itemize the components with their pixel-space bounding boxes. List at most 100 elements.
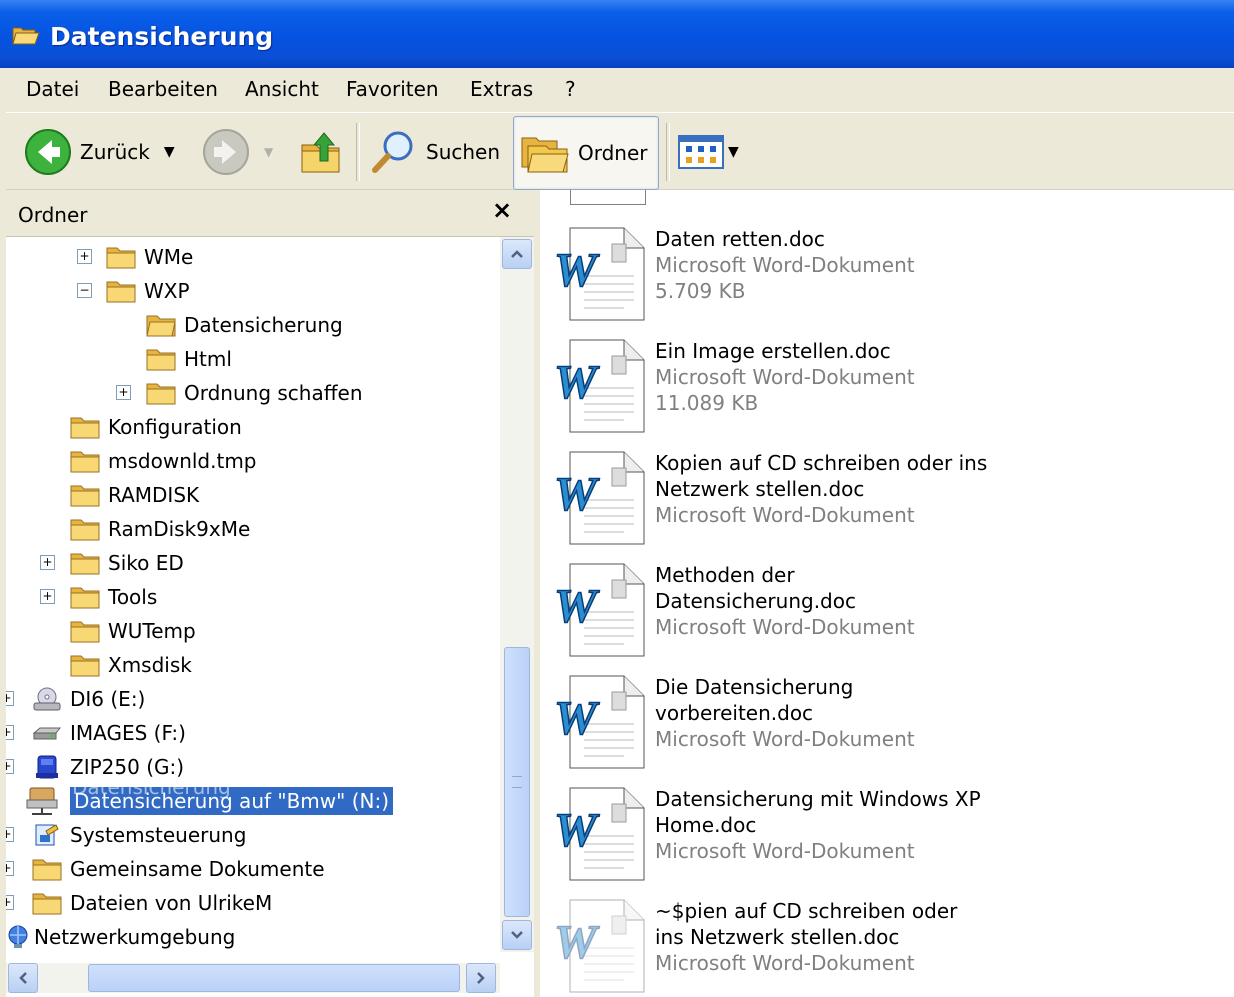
tree-item-label: WMe xyxy=(144,245,194,269)
tree-item-images[interactable]: + IMAGES (F:) xyxy=(6,718,186,748)
expand-icon[interactable]: + xyxy=(6,691,14,706)
folder-pane-title: Ordner xyxy=(18,203,88,227)
file-name-line2: Home.doc xyxy=(655,813,757,837)
file-item[interactable]: W Daten retten.doc Microsoft Word-Dokume… xyxy=(554,226,1214,326)
back-arrow-icon xyxy=(25,129,71,175)
horizontal-scroll-thumb[interactable] xyxy=(88,964,460,992)
forward-button[interactable]: ▼ xyxy=(202,117,273,187)
file-item-temp[interactable]: W ~$pien auf CD schreiben oder ins Netzw… xyxy=(554,898,1214,997)
toolbar-separator-2 xyxy=(666,123,670,181)
folders-button[interactable]: Ordner xyxy=(513,116,659,190)
scroll-down-button[interactable] xyxy=(502,920,532,950)
expand-icon[interactable]: + xyxy=(40,589,55,604)
tree-item-label: Tools xyxy=(108,585,158,609)
tree-item-ramdisk9xme[interactable]: RamDisk9xMe xyxy=(70,514,250,544)
svg-text:W: W xyxy=(554,468,600,521)
collapse-icon[interactable]: − xyxy=(77,283,92,298)
file-type: Microsoft Word-Dokument xyxy=(655,727,915,751)
menu-ansicht[interactable]: Ansicht xyxy=(239,77,325,101)
tree-item-network-drive-n[interactable]: Datensicherung auf "Bmw" (N:) Datensiche… xyxy=(24,775,394,816)
folder-icon xyxy=(70,451,100,473)
scroll-left-button[interactable] xyxy=(8,963,38,993)
word-document-icon: W xyxy=(554,227,645,321)
svg-text:W: W xyxy=(554,356,600,409)
scroll-thumb[interactable] xyxy=(504,647,530,917)
expand-icon[interactable]: + xyxy=(6,861,14,876)
tree-item-label: Dateien von UlrikeM xyxy=(70,891,273,915)
expand-icon[interactable]: + xyxy=(77,249,92,264)
tree-item-wxp[interactable]: − WXP xyxy=(77,276,190,306)
file-item[interactable]: W Datensicherung mit Windows XP Home.doc… xyxy=(554,786,1214,886)
tree-item-wutemp[interactable]: WUTemp xyxy=(70,616,196,646)
tree-item-wme[interactable]: + WMe xyxy=(77,242,194,272)
folder-icon xyxy=(70,655,100,677)
expand-icon[interactable]: + xyxy=(6,827,14,842)
folder-tree-vertical-scrollbar[interactable] xyxy=(500,237,534,952)
forward-dropdown-icon: ▼ xyxy=(264,145,274,159)
back-button[interactable]: Zurück ▼ xyxy=(24,117,175,187)
back-dropdown-icon[interactable]: ▼ xyxy=(164,144,175,160)
up-button[interactable] xyxy=(300,117,344,187)
chevron-down-icon xyxy=(511,931,523,939)
views-button[interactable]: ▼ xyxy=(678,117,739,187)
tree-item-di6[interactable]: + DI6 (E:) xyxy=(6,684,145,714)
expand-icon[interactable]: + xyxy=(116,385,131,400)
tree-item-label: Html xyxy=(184,347,232,371)
close-icon[interactable]: × xyxy=(492,196,512,224)
scroll-right-button[interactable] xyxy=(466,963,496,993)
expand-icon[interactable]: + xyxy=(6,725,14,740)
forward-arrow-icon xyxy=(203,129,249,175)
tree-item-label: Systemsteuerung xyxy=(70,823,247,847)
folder-icon xyxy=(106,247,136,269)
tree-item-tools[interactable]: + Tools xyxy=(40,582,157,612)
tree-item-netzwerkumgebung[interactable]: Netzwerkumgebung xyxy=(6,922,235,952)
file-name: ~$pien auf CD schreiben oder xyxy=(655,899,958,923)
menu-favoriten[interactable]: Favoriten xyxy=(340,77,445,101)
tree-item-gemeinsame-dokumente[interactable]: + Gemeinsame Dokumente xyxy=(6,854,325,884)
tree-item-dateien-von-ulrikem[interactable]: + Dateien von UlrikeM xyxy=(6,888,272,918)
search-button[interactable]: Suchen xyxy=(370,117,500,187)
tree-item-label: RAMDISK xyxy=(108,483,200,507)
menu-extras[interactable]: Extras xyxy=(464,77,539,101)
tree-item-ordnung-schaffen[interactable]: + Ordnung schaffen xyxy=(116,378,363,408)
file-item[interactable]: W Methoden der Datensicherung.doc Micros… xyxy=(554,562,1214,662)
folder-icon xyxy=(70,485,100,507)
folder-tree-horizontal-scrollbar[interactable] xyxy=(6,963,500,993)
tree-item-label: Siko ED xyxy=(108,551,184,575)
title-bar[interactable]: Datensicherung xyxy=(0,0,1234,68)
menu-bearbeiten[interactable]: Bearbeiten xyxy=(102,77,224,101)
views-dropdown-icon[interactable]: ▼ xyxy=(728,144,739,160)
tree-item-konfiguration[interactable]: Konfiguration xyxy=(70,412,242,442)
tree-item-systemsteuerung[interactable]: + Systemsteuerung xyxy=(6,820,246,850)
scroll-up-button[interactable] xyxy=(502,239,532,269)
drag-ghost-label: Datensicherung xyxy=(72,775,231,799)
file-item[interactable]: W Ein Image erstellen.doc Microsoft Word… xyxy=(554,338,1214,438)
tree-item-msdownld[interactable]: msdownld.tmp xyxy=(70,446,257,476)
folder-icon xyxy=(146,349,176,371)
word-document-icon: W xyxy=(554,451,645,545)
file-name-line2: ins Netzwerk stellen.doc xyxy=(655,925,900,949)
word-document-icon: W xyxy=(554,563,645,657)
expand-icon[interactable]: + xyxy=(40,555,55,570)
tree-item-ramdisk[interactable]: RAMDISK xyxy=(70,480,199,510)
expand-icon[interactable]: + xyxy=(6,895,14,910)
file-name: Kopien auf CD schreiben oder ins xyxy=(655,451,988,475)
folder-pane: Ordner × + WMe − WXP Datensicherung Html… xyxy=(6,190,534,997)
cd-drive-icon xyxy=(33,687,61,711)
expand-icon[interactable]: + xyxy=(6,759,14,774)
tree-item-datensicherung[interactable]: Datensicherung xyxy=(146,310,343,340)
tree-item-siko-ed[interactable]: + Siko ED xyxy=(40,548,184,578)
file-size: 5.709 KB xyxy=(655,279,746,303)
file-item[interactable]: W Die Datensicherung vorbereiten.doc Mic… xyxy=(554,674,1214,774)
tree-item-label: Xmsdisk xyxy=(108,653,192,677)
file-type: Microsoft Word-Dokument xyxy=(655,951,915,975)
file-name-block: Ein Image erstellen.doc Microsoft Word-D… xyxy=(655,338,1215,416)
folder-icon xyxy=(70,553,100,575)
menu-datei[interactable]: Datei xyxy=(20,77,85,101)
tree-item-html[interactable]: Html xyxy=(146,344,232,374)
tree-item-xmsdisk[interactable]: Xmsdisk xyxy=(70,650,192,680)
menu-help[interactable]: ? xyxy=(559,77,582,101)
folder-icon xyxy=(146,383,176,405)
views-icon xyxy=(678,135,724,169)
file-item[interactable]: W Kopien auf CD schreiben oder ins Netzw… xyxy=(554,450,1214,550)
